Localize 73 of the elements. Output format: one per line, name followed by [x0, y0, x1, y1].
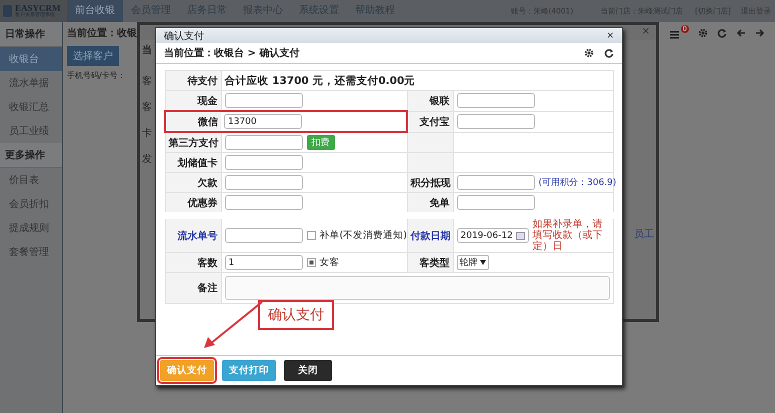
refresh-icon[interactable]: [604, 48, 614, 58]
breadcrumb: 当前位置：收银: [67, 26, 137, 40]
field-label: 客: [142, 100, 153, 114]
points-hint: (可用积分：306.9): [538, 176, 616, 189]
date-hint: 如果补录单，请填写收款（或下定）日: [532, 219, 604, 252]
notes-field[interactable]: [224, 276, 610, 300]
dialog-button[interactable]: 关闭: [284, 360, 332, 381]
sidebar-item[interactable]: 收银台: [0, 47, 62, 71]
input-field[interactable]: [224, 228, 302, 243]
field-label: 免单: [430, 198, 450, 208]
back-arrow-icon[interactable]: [736, 28, 746, 38]
settings-icon[interactable]: [584, 48, 594, 58]
field-label: 积分抵现: [410, 178, 450, 188]
breadcrumb: 当: [142, 45, 152, 56]
dialog-button[interactable]: 支付打印: [222, 360, 276, 381]
dialog-title: 确认支付: [164, 30, 204, 42]
field-label: 发: [142, 153, 153, 166]
sidebar-item[interactable]: 价目表: [0, 168, 62, 192]
input-field[interactable]: [456, 175, 534, 190]
close-button[interactable]: ×: [606, 30, 614, 40]
sidebar-item[interactable]: 会员折扣: [0, 192, 62, 216]
field-label: 划储值卡: [178, 158, 218, 168]
sidebar-item[interactable]: 收银汇总: [0, 95, 62, 119]
link-text[interactable]: 员工: [634, 227, 654, 241]
type-dropdown[interactable]: 轮牌: [456, 255, 488, 270]
field-label: 客数: [198, 258, 218, 268]
sidebar-heading: 日常操作: [0, 22, 62, 47]
field-label: 第三方支付: [168, 138, 218, 148]
input-field[interactable]: [456, 93, 534, 108]
date-field[interactable]: 2019-06-12: [456, 228, 528, 243]
input-field[interactable]: 13700: [224, 114, 302, 129]
input-field[interactable]: [456, 195, 534, 210]
field-label: 现金: [198, 96, 218, 106]
close-button[interactable]: ×: [642, 26, 650, 37]
sidebar-item[interactable]: 套餐管理: [0, 240, 62, 264]
field-label: 欠款: [198, 178, 218, 188]
sidebar-item[interactable]: 流水单据: [0, 71, 62, 95]
select-customer-button[interactable]: 选择客户: [67, 46, 119, 66]
breadcrumb: 当前位置：收银台 > 确认支付: [164, 46, 300, 60]
field-label: 微信: [198, 116, 218, 128]
input-field[interactable]: [456, 114, 534, 129]
input-field[interactable]: [224, 135, 302, 150]
phone-label: 手机号码/卡号：: [67, 71, 126, 80]
deduct-button[interactable]: 扣费: [306, 135, 334, 150]
field-label: 备注: [198, 283, 218, 294]
input-field[interactable]: [224, 175, 302, 190]
input-field[interactable]: [224, 93, 302, 108]
calendar-icon[interactable]: [516, 231, 524, 240]
checkbox[interactable]: [306, 231, 316, 240]
amount-summary: 合计应收 13700 元，还需支付0.00元: [221, 70, 614, 90]
dialog-button[interactable]: 确认支付: [160, 360, 214, 381]
callout-label: 确认支付: [258, 300, 334, 330]
sidebar-item[interactable]: 员工业绩: [0, 119, 62, 143]
input-field[interactable]: [224, 195, 302, 210]
field-label: 优惠券: [188, 198, 218, 208]
arrow: [202, 300, 264, 350]
checkbox[interactable]: [306, 258, 316, 267]
input-field[interactable]: 1: [224, 255, 302, 270]
checkbox-label: 女客: [320, 256, 340, 269]
field-label: 客: [142, 74, 153, 88]
caret-icon[interactable]: [480, 260, 486, 265]
field-label: 待支付: [165, 70, 221, 90]
forward-arrow-icon[interactable]: [755, 28, 765, 38]
field-label: 卡: [142, 126, 153, 140]
checkbox-label: 补单(不发消费通知): [320, 229, 407, 242]
field-label: 客类型: [420, 258, 450, 268]
nav-tab[interactable]: 前台收银: [67, 0, 123, 22]
logo-icon: [3, 5, 12, 17]
field-label: 银联: [430, 96, 450, 107]
sidebar-heading: 更多操作: [0, 143, 62, 168]
input-field[interactable]: [224, 155, 302, 170]
sidebar-item[interactable]: 提成规则: [0, 216, 62, 240]
field-label: 支付宝: [420, 116, 450, 128]
